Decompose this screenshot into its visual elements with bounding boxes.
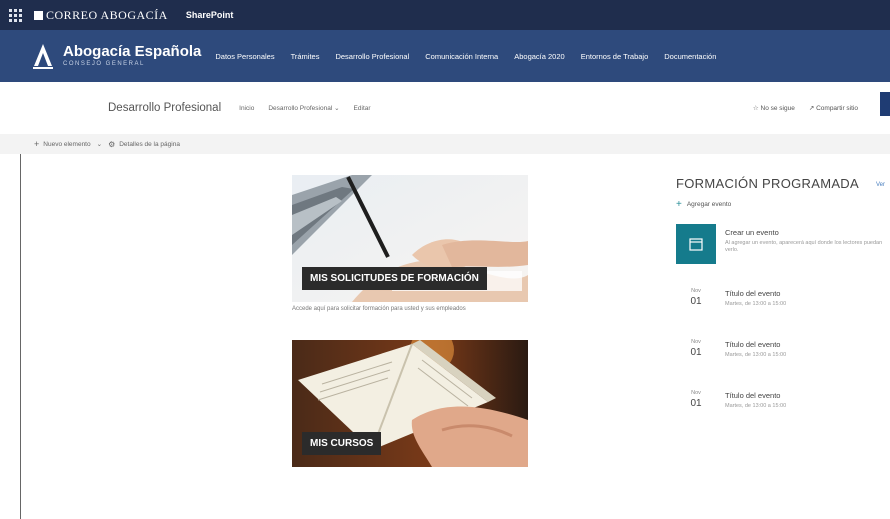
new-item-button[interactable]: Nuevo elemento [43, 141, 90, 148]
top-navigation: Datos Personales Trámites Desarrollo Pro… [215, 52, 716, 61]
event-time: Martes, de 13:00 a 15:00 [725, 352, 787, 358]
page-site-name[interactable]: Desarrollo Profesional [108, 102, 221, 114]
create-event-description: Al agregar un evento, aparecerá aquí don… [725, 240, 883, 253]
nav-item-comunicacion-interna[interactable]: Comunicación Interna [425, 52, 498, 61]
tile-solicitudes-caption: Accede aquí para solicitar formación par… [292, 306, 466, 312]
event-day: 01 [690, 296, 702, 307]
nav-item-documentacion[interactable]: Documentación [664, 52, 716, 61]
event-time: Martes, de 13:00 a 15:00 [725, 403, 787, 409]
tile-solicitudes[interactable]: MIS SOLICITUDES DE FORMACIÓN [292, 175, 528, 302]
page-header: Desarrollo Profesional Inicio Desarrollo… [0, 82, 890, 134]
event-title: Título del evento [725, 340, 781, 349]
share-label: Compartir sitio [816, 105, 858, 112]
create-event-title: Crear un evento [725, 228, 779, 237]
share-site-button[interactable]: ↗ Compartir sitio [809, 104, 858, 112]
site-subtitle: CONSEJO GENERAL [63, 61, 145, 67]
event-date: Nov 01 [676, 386, 716, 426]
follow-button[interactable]: ☆ No se sigue [753, 104, 795, 112]
tile-solicitudes-label: MIS SOLICITUDES DE FORMACIÓN [302, 267, 487, 290]
site-title: Abogacía Española [63, 43, 202, 60]
tile-cursos[interactable]: MIS CURSOS [292, 340, 528, 467]
site-title-block[interactable]: Abogacía Española CONSEJO GENERAL [63, 44, 201, 68]
event-month: Nov [691, 390, 701, 396]
follow-label: No se sigue [760, 105, 795, 112]
local-navigation: Inicio Desarrollo Profesional ⌄ Editar [239, 104, 371, 113]
chevron-down-icon: ⌄ [334, 105, 340, 112]
site-header: Abogacía Española CONSEJO GENERAL Datos … [0, 30, 890, 82]
event-date: Nov 01 [676, 335, 716, 375]
product-name[interactable]: SharePoint [186, 10, 234, 20]
calendar-icon [676, 224, 716, 264]
local-nav-current[interactable]: Desarrollo Profesional ⌄ [268, 104, 339, 112]
event-item[interactable]: Nov 01 Título del evento Martes, de 13:0… [676, 335, 890, 375]
gear-icon: ⚙ [108, 139, 116, 149]
page-details-button[interactable]: Detalles de la página [119, 141, 180, 148]
content-divider [20, 154, 21, 519]
event-time: Martes, de 13:00 a 15:00 [725, 301, 787, 307]
event-month: Nov [691, 339, 701, 345]
local-nav-edit[interactable]: Editar [354, 105, 371, 112]
create-event-row[interactable]: Crear un evento Al agregar un evento, ap… [676, 224, 885, 264]
tile-cursos-label: MIS CURSOS [302, 432, 382, 455]
events-webpart: FORMACIÓN PROGRAMADA Ver + Agregar event… [676, 176, 890, 409]
nav-item-datos-personales[interactable]: Datos Personales [215, 52, 274, 61]
site-logo-icon[interactable] [31, 42, 55, 70]
event-date: Nov 01 [676, 284, 716, 324]
command-bar: + Nuevo elemento ⌄ ⚙ Detalles de la pági… [0, 134, 890, 154]
nav-item-tramites[interactable]: Trámites [291, 52, 320, 61]
plus-icon: + [34, 139, 40, 149]
see-all-link[interactable]: Ver [876, 182, 885, 188]
app-launcher-icon[interactable] [0, 0, 30, 30]
brand-logo-icon [34, 10, 43, 20]
nav-item-desarrollo-profesional[interactable]: Desarrollo Profesional [335, 52, 409, 61]
event-item[interactable]: Nov 01 Título del evento Martes, de 13:0… [676, 386, 890, 426]
add-event-label: Agregar evento [686, 201, 732, 208]
share-icon: ↗ [808, 105, 815, 112]
side-edge-button[interactable] [880, 92, 890, 116]
event-month: Nov [691, 288, 701, 294]
add-event-button[interactable]: + Agregar evento [676, 199, 890, 210]
event-item[interactable]: Nov 01 Título del evento Martes, de 13:0… [676, 284, 890, 324]
brand-name[interactable]: CORREO ABOGACÍA [46, 8, 168, 23]
event-title: Título del evento [725, 391, 781, 400]
star-icon: ☆ [752, 105, 759, 112]
nav-item-abogacia-2020[interactable]: Abogacía 2020 [514, 52, 564, 61]
event-day: 01 [690, 347, 702, 358]
suite-bar: CORREO ABOGACÍA SharePoint [0, 0, 890, 30]
event-day: 01 [690, 398, 702, 409]
site-actions: ☆ No se sigue ↗ Compartir sitio [753, 104, 858, 112]
event-title: Título del evento [725, 289, 781, 298]
local-nav-home[interactable]: Inicio [239, 105, 254, 112]
chevron-down-icon[interactable]: ⌄ [97, 140, 102, 148]
plus-icon: + [676, 199, 682, 210]
nav-item-entornos-de-trabajo[interactable]: Entornos de Trabajo [581, 52, 649, 61]
events-title: FORMACIÓN PROGRAMADA [676, 176, 859, 191]
local-nav-current-label: Desarrollo Profesional [268, 105, 333, 112]
